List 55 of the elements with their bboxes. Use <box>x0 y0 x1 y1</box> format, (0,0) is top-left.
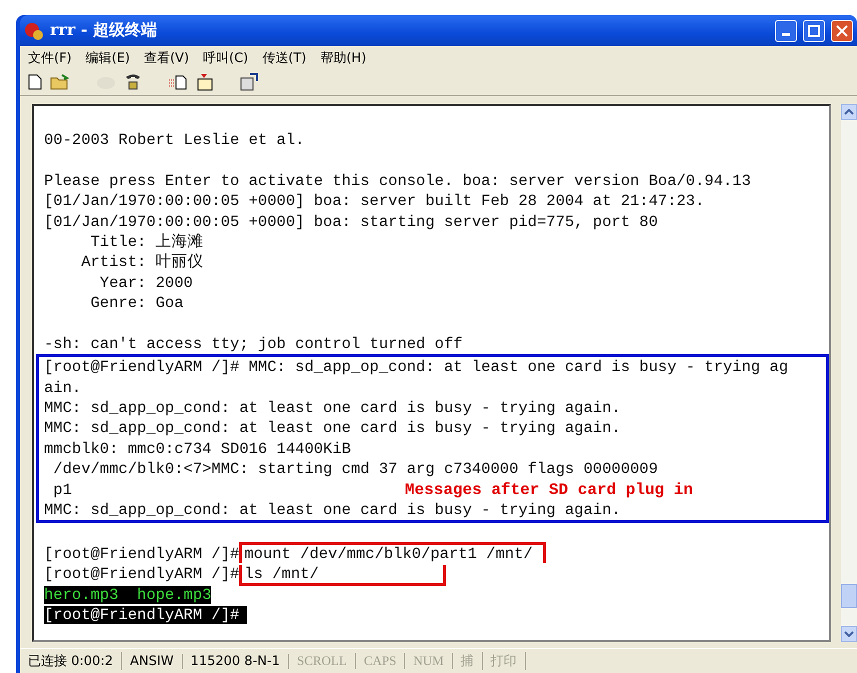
status-field: 打印 <box>482 652 526 670</box>
blank-page-icon[interactable] <box>28 74 42 90</box>
shell-prompt: [root@FriendlyARM /]# <box>44 544 240 563</box>
status-field: 115200 8-N-1 <box>182 654 289 668</box>
terminal-line: mmcblk0: mmc0:c734 SD016 14400KiB <box>44 440 351 458</box>
annotation-text: Messages after SD card plug in <box>404 480 693 499</box>
status-field: ANSIW <box>122 654 183 668</box>
maximize-icon <box>808 24 820 36</box>
status-field: 已连接 0:00:2 <box>20 652 122 670</box>
menu-item[interactable]: 编辑(E) <box>86 49 130 65</box>
menu-item[interactable]: 文件(F) <box>28 49 72 65</box>
chevron-down-icon[interactable] <box>844 631 854 637</box>
file-name: hope.mp3 <box>118 586 212 604</box>
terminal-line: MMC: sd_app_op_cond: at least one card is busy - trying again. <box>44 399 621 418</box>
command-text: mount /dev/mmc/blk0/part1 /mnt/ <box>239 542 546 563</box>
terminal-line: [root@FriendlyARM /]# MMC: sd_app_op_cond: at least one card is busy - trying ag <box>44 358 788 376</box>
command-text: ls /mnt/ <box>239 565 446 586</box>
status-field: CAPS <box>356 653 406 669</box>
terminal-line: -sh: can't access tty; job control turned off <box>44 334 463 353</box>
terminal-line: Please press Enter to activate this console. boa: server version Boa/0.94.13 <box>44 172 751 190</box>
folder-icon[interactable] <box>196 72 214 90</box>
menu-item[interactable]: 查看(V) <box>144 49 190 65</box>
file-name: hero.mp3 <box>44 586 118 604</box>
terminal-line: ain. <box>44 378 82 397</box>
menu-item[interactable]: 帮助(H) <box>320 49 366 65</box>
maximize-button[interactable] <box>803 20 825 42</box>
scroll-thumb[interactable] <box>841 584 857 608</box>
page-icon[interactable] <box>168 74 188 90</box>
terminal-line: [01/Jan/1970:00:00:05 +0000] boa: starting server pid=775, port 80 <box>44 212 658 231</box>
minimize-icon <box>782 33 790 36</box>
terminal-line: 00-2003 Robert Leslie et al. <box>44 131 304 149</box>
scrollbar[interactable] <box>841 104 857 642</box>
terminal-line: Title: 上海滩 <box>90 232 204 251</box>
terminal-line: p1 <box>52 480 72 499</box>
chevron-up-icon[interactable] <box>844 109 854 115</box>
terminal-line: MMC: sd_app_op_cond: at least one card is busy - trying again. <box>44 501 621 520</box>
properties-icon[interactable] <box>240 72 258 90</box>
status-field: NUM <box>405 653 453 669</box>
close-icon <box>836 24 848 36</box>
close-button[interactable] <box>831 20 853 42</box>
shell-prompt: [root@FriendlyARM /]# <box>44 606 248 624</box>
terminal-line: Genre: Goa <box>90 294 184 312</box>
shell-prompt: [root@FriendlyARM /]# <box>44 565 240 584</box>
terminal-line: Artist: 叶丽仪 <box>80 253 204 272</box>
terminal-line: /dev/mmc/blk0:<7>MMC: starting cmd 37 arg c7340000 flags 00000009 <box>52 460 658 478</box>
app-icon <box>24 22 44 40</box>
terminal-line: [01/Jan/1970:00:00:05 +0000] boa: server built Feb 28 2004 at 21:47:23. <box>44 192 704 210</box>
terminal-line: MMC: sd_app_op_cond: at least one card is busy - trying again. <box>44 419 621 438</box>
menu-item[interactable]: 呼叫(C) <box>203 49 248 65</box>
window-title: rrr - 超级终端 <box>50 20 158 41</box>
menu-item[interactable]: 传送(T) <box>262 49 306 65</box>
status-field: SCROLL <box>288 653 356 669</box>
terminal-line: Year: 2000 <box>98 274 193 292</box>
minimize-button[interactable] <box>775 20 797 42</box>
status-field: 捕 <box>452 652 483 670</box>
